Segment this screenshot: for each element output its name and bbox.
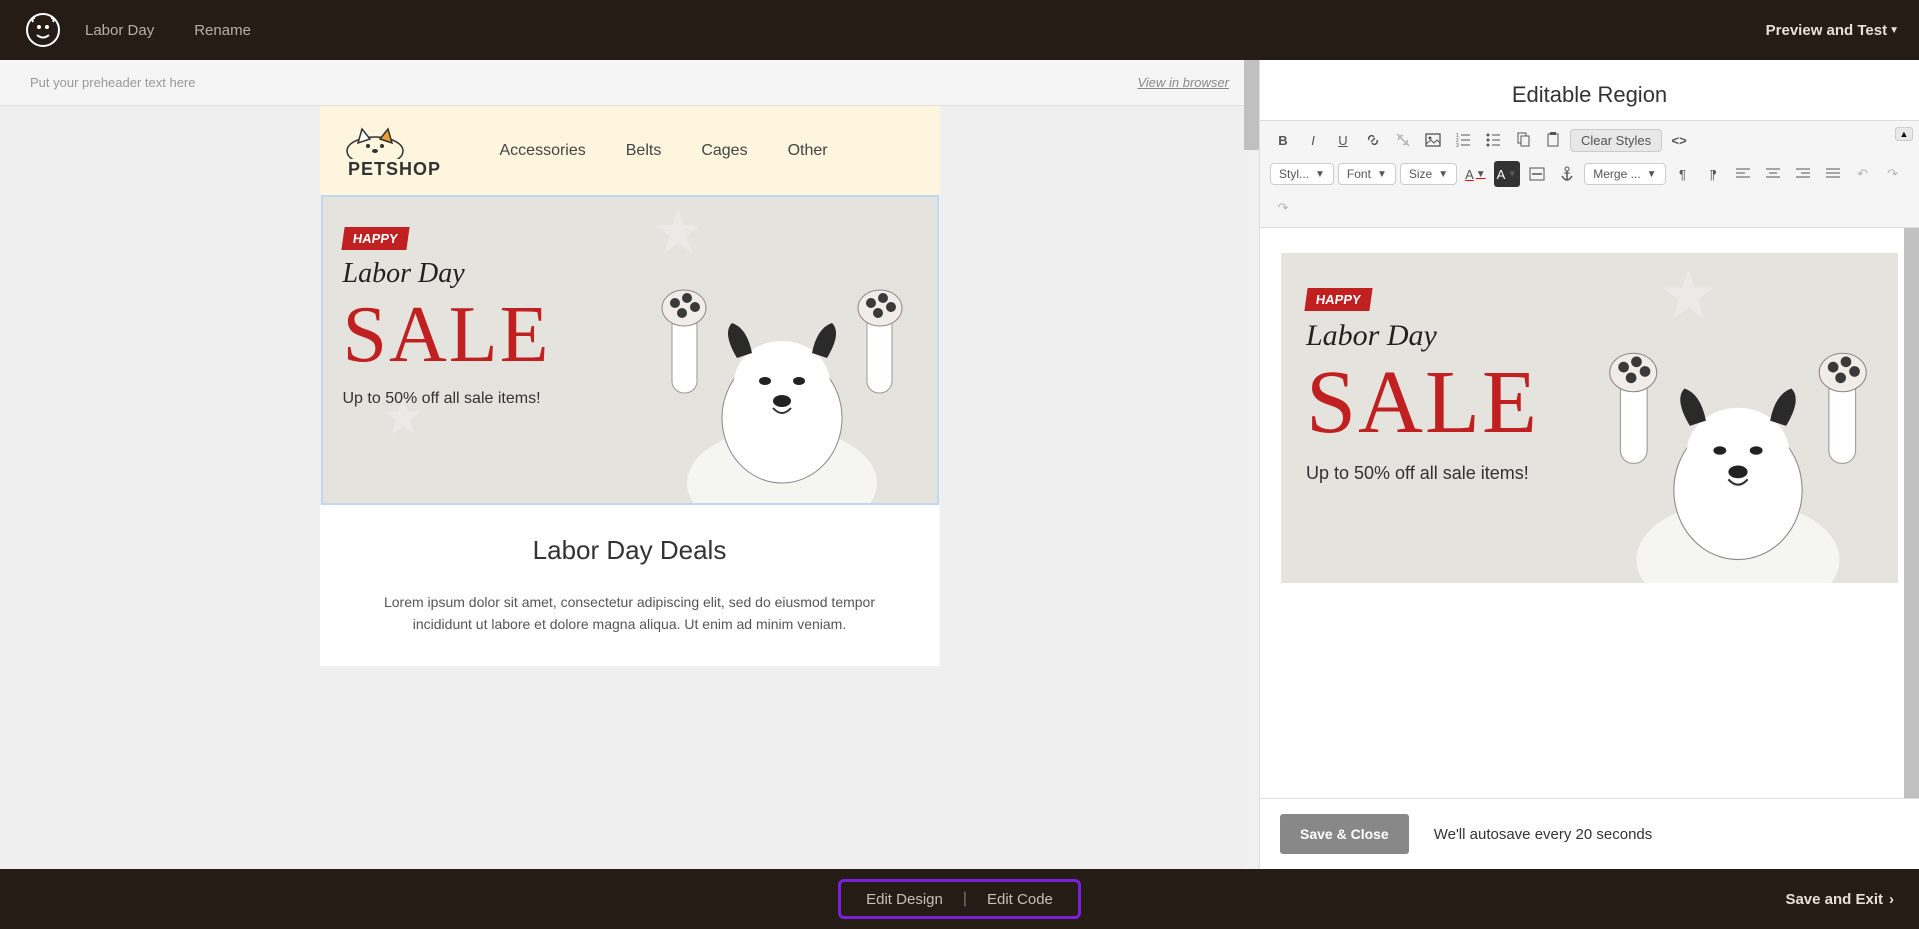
editor-happy-badge: HAPPY	[1304, 288, 1372, 311]
edit-code-link[interactable]: Edit Code	[987, 891, 1053, 908]
main-area: Put your preheader text here View in bro…	[0, 60, 1919, 869]
redo-secondary-icon[interactable]: ↷	[1270, 195, 1296, 221]
bg-color-button[interactable]: A▼	[1494, 161, 1521, 187]
preview-test-dropdown[interactable]: Preview and Test ▼	[1766, 22, 1899, 39]
underline-button[interactable]: U	[1330, 127, 1356, 153]
save-close-button[interactable]: Save & Close	[1280, 814, 1409, 854]
align-left-button[interactable]	[1730, 161, 1756, 187]
editor-panel: Editable Region B I U 123 Clear Styles <…	[1259, 60, 1919, 869]
nav-accessories[interactable]: Accessories	[500, 142, 586, 160]
undo-button[interactable]: ↶	[1850, 161, 1876, 187]
editor-title: Editable Region	[1260, 60, 1919, 120]
italic-button[interactable]: I	[1300, 127, 1326, 153]
email-header: PETSHOP Accessories Belts Cages Other	[320, 106, 940, 195]
bottom-center-highlighted: Edit Design | Edit Code	[838, 879, 1081, 919]
paste-button[interactable]	[1540, 127, 1566, 153]
clear-styles-button[interactable]: Clear Styles	[1570, 129, 1662, 152]
email-nav: Accessories Belts Cages Other	[500, 142, 828, 160]
align-right-button[interactable]	[1790, 161, 1816, 187]
merge-tags-dropdown[interactable]: Merge ...▼	[1584, 163, 1665, 185]
top-bar: Labor Day Rename Preview and Test ▼	[0, 0, 1919, 60]
editor-hero-content[interactable]: HAPPY Labor Day SALE Up to 50% off all s…	[1281, 253, 1898, 583]
redo-button[interactable]: ↷	[1880, 161, 1906, 187]
align-justify-button[interactable]	[1820, 161, 1846, 187]
email-preview-panel: Put your preheader text here View in bro…	[0, 60, 1259, 869]
editor-scrollbar[interactable]	[1904, 228, 1919, 798]
view-in-browser-link[interactable]: View in browser	[1137, 75, 1229, 90]
content-title: Labor Day Deals	[360, 535, 900, 566]
left-scrollbar-thumb[interactable]	[1244, 60, 1259, 150]
hr-button[interactable]	[1524, 161, 1550, 187]
chevron-down-icon: ▼	[1889, 25, 1899, 36]
editor-footer: Save & Close We'll autosave every 20 sec…	[1260, 798, 1919, 869]
copy-button[interactable]	[1510, 127, 1536, 153]
source-code-button[interactable]: <>	[1666, 127, 1692, 153]
text-color-button[interactable]: A▼	[1461, 161, 1490, 187]
styles-dropdown[interactable]: Styl...▼	[1270, 163, 1334, 185]
petshop-logo: PETSHOP	[340, 121, 450, 180]
preheader-row: Put your preheader text here View in bro…	[0, 60, 1259, 106]
toolbar-collapse-icon[interactable]: ▲	[1895, 127, 1913, 141]
editor-toolbar: B I U 123 Clear Styles <> ▲ Styl...▼ Fon…	[1260, 120, 1919, 228]
edit-design-link[interactable]: Edit Design	[866, 891, 943, 908]
nav-other[interactable]: Other	[788, 142, 828, 160]
bold-button[interactable]: B	[1270, 127, 1296, 153]
dog-image	[637, 273, 927, 503]
preheader-placeholder[interactable]: Put your preheader text here	[30, 75, 196, 90]
editor-scrollbar-thumb[interactable]	[1904, 228, 1919, 798]
left-scrollbar[interactable]	[1244, 60, 1259, 869]
unlink-button[interactable]	[1390, 127, 1416, 153]
preview-test-label: Preview and Test	[1766, 22, 1887, 39]
link-button[interactable]	[1360, 127, 1386, 153]
image-button[interactable]	[1420, 127, 1446, 153]
font-dropdown[interactable]: Font▼	[1338, 163, 1396, 185]
nav-cages[interactable]: Cages	[701, 142, 747, 160]
autosave-text: We'll autosave every 20 seconds	[1434, 826, 1653, 843]
save-exit-button[interactable]: Save and Exit ›	[1785, 891, 1894, 908]
numbered-list-button[interactable]: 123	[1450, 127, 1476, 153]
email-container: PETSHOP Accessories Belts Cages Other HA…	[320, 106, 940, 666]
chevron-right-icon: ›	[1889, 891, 1894, 908]
bullet-list-button[interactable]	[1480, 127, 1506, 153]
content-text: Lorem ipsum dolor sit amet, consectetur …	[360, 591, 900, 636]
campaign-name[interactable]: Labor Day	[85, 22, 154, 39]
anchor-button[interactable]	[1554, 161, 1580, 187]
bottom-bar: Edit Design | Edit Code Save and Exit ›	[0, 869, 1919, 929]
mailchimp-logo[interactable]	[20, 8, 65, 53]
svg-text:3: 3	[1456, 143, 1459, 148]
petshop-logo-text: PETSHOP	[340, 159, 450, 180]
happy-badge: HAPPY	[341, 227, 409, 250]
nav-belts[interactable]: Belts	[626, 142, 662, 160]
editor-dog-image	[1583, 333, 1893, 583]
hero-block-selected[interactable]: HAPPY Labor Day SALE Up to 50% off all s…	[321, 195, 939, 505]
rename-link[interactable]: Rename	[194, 22, 251, 39]
ltr-button[interactable]: ¶	[1670, 161, 1696, 187]
editor-body[interactable]: HAPPY Labor Day SALE Up to 50% off all s…	[1260, 228, 1919, 798]
rtl-button[interactable]: ¶	[1700, 161, 1726, 187]
bottom-divider: |	[963, 890, 967, 908]
content-section[interactable]: Labor Day Deals Lorem ipsum dolor sit am…	[320, 505, 940, 666]
size-dropdown[interactable]: Size▼	[1400, 163, 1457, 185]
align-center-button[interactable]	[1760, 161, 1786, 187]
save-exit-label: Save and Exit	[1785, 891, 1883, 908]
